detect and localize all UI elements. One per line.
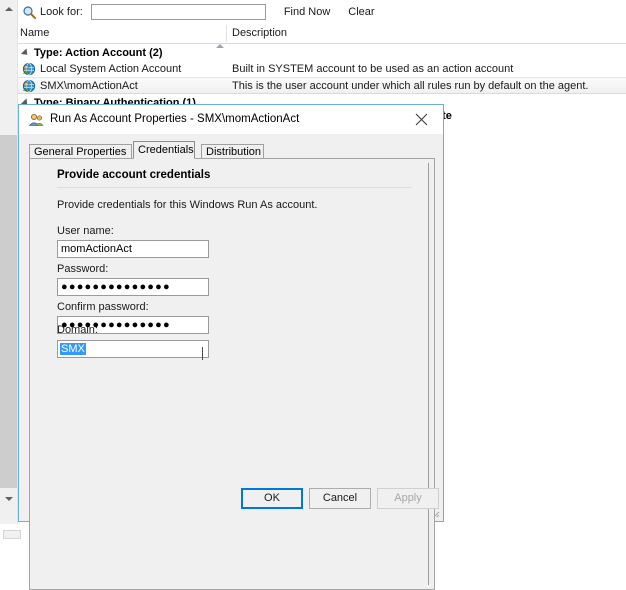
domain-label: Domain: <box>57 324 98 336</box>
apply-button: Apply <box>377 488 439 509</box>
vertical-scrollbar[interactable] <box>0 0 18 524</box>
list-item-description: This is the user account under which all… <box>232 80 589 92</box>
credentials-tab-panel: Provide account credentials Provide cred… <box>29 158 435 590</box>
run-as-account-icon <box>22 79 36 93</box>
run-as-account-properties-dialog: Run As Account Properties - SMX\momActio… <box>18 104 444 590</box>
group-header-action-account[interactable]: Type: Action Account (2) <box>18 45 626 61</box>
dialog-footer: OK Cancel Apply <box>19 481 443 521</box>
scroll-down-icon[interactable] <box>0 490 17 507</box>
column-header-name[interactable]: Name <box>20 27 49 39</box>
sort-ascending-icon <box>216 32 224 48</box>
run-as-account-icon <box>28 112 44 128</box>
clear-button[interactable]: Clear <box>348 6 374 18</box>
list-item-description: Built in SYSTEM account to be used as an… <box>232 63 514 75</box>
group-header-label: Type: Action Account (2) <box>34 47 163 59</box>
search-icon <box>22 5 36 19</box>
look-for-toolbar: Look for: Find Now Clear <box>18 0 626 25</box>
user-name-input[interactable] <box>57 240 209 258</box>
domain-combobox[interactable]: SMX <box>57 340 209 360</box>
user-name-label: User name: <box>57 225 114 237</box>
scrollbar-stub <box>3 530 21 539</box>
resize-grip-icon[interactable] <box>430 508 440 518</box>
dialog-tabs: General Properties Credentials Distribut… <box>29 141 435 159</box>
chevron-down-icon[interactable] <box>202 347 203 360</box>
list-item-name: Local System Action Account <box>40 63 182 75</box>
domain-selected-value: SMX <box>60 343 86 355</box>
scroll-up-icon[interactable] <box>0 0 17 17</box>
expander-icon[interactable] <box>20 48 31 58</box>
column-header-description[interactable]: Description <box>232 27 287 39</box>
confirm-password-label: Confirm password: <box>57 301 149 313</box>
look-for-label: Look for: <box>40 6 83 18</box>
list-item[interactable]: Local System Action Account Built in SYS… <box>18 61 626 78</box>
list-item-name: SMX\momActionAct <box>40 80 138 92</box>
run-as-account-icon <box>22 62 36 76</box>
section-heading: Provide account credentials <box>57 169 211 181</box>
scom-console-window: Look for: Find Now Clear Name Descriptio… <box>0 0 626 590</box>
scrollbar-thumb[interactable] <box>0 135 17 488</box>
section-divider <box>57 187 412 188</box>
password-label: Password: <box>57 263 109 275</box>
credentials-panel-inner: Provide account credentials Provide cred… <box>35 163 429 585</box>
tab-distribution[interactable]: Distribution <box>201 144 264 159</box>
section-description: Provide credentials for this Windows Run… <box>57 199 318 211</box>
password-input[interactable] <box>57 278 209 296</box>
find-now-button[interactable]: Find Now <box>284 6 330 18</box>
dialog-titlebar[interactable]: Run As Account Properties - SMX\momActio… <box>19 105 443 134</box>
column-divider[interactable] <box>226 25 227 42</box>
ok-button[interactable]: OK <box>241 488 303 509</box>
list-item[interactable]: SMX\momActionAct This is the user accoun… <box>18 77 626 94</box>
dialog-title: Run As Account Properties - SMX\momActio… <box>50 113 300 125</box>
tab-general-properties[interactable]: General Properties <box>29 144 132 159</box>
search-input[interactable] <box>90 4 266 20</box>
list-column-header: Name Description <box>18 24 626 48</box>
tab-credentials[interactable]: Credentials <box>133 141 195 159</box>
cancel-button[interactable]: Cancel <box>309 488 371 509</box>
close-icon[interactable] <box>403 105 439 133</box>
